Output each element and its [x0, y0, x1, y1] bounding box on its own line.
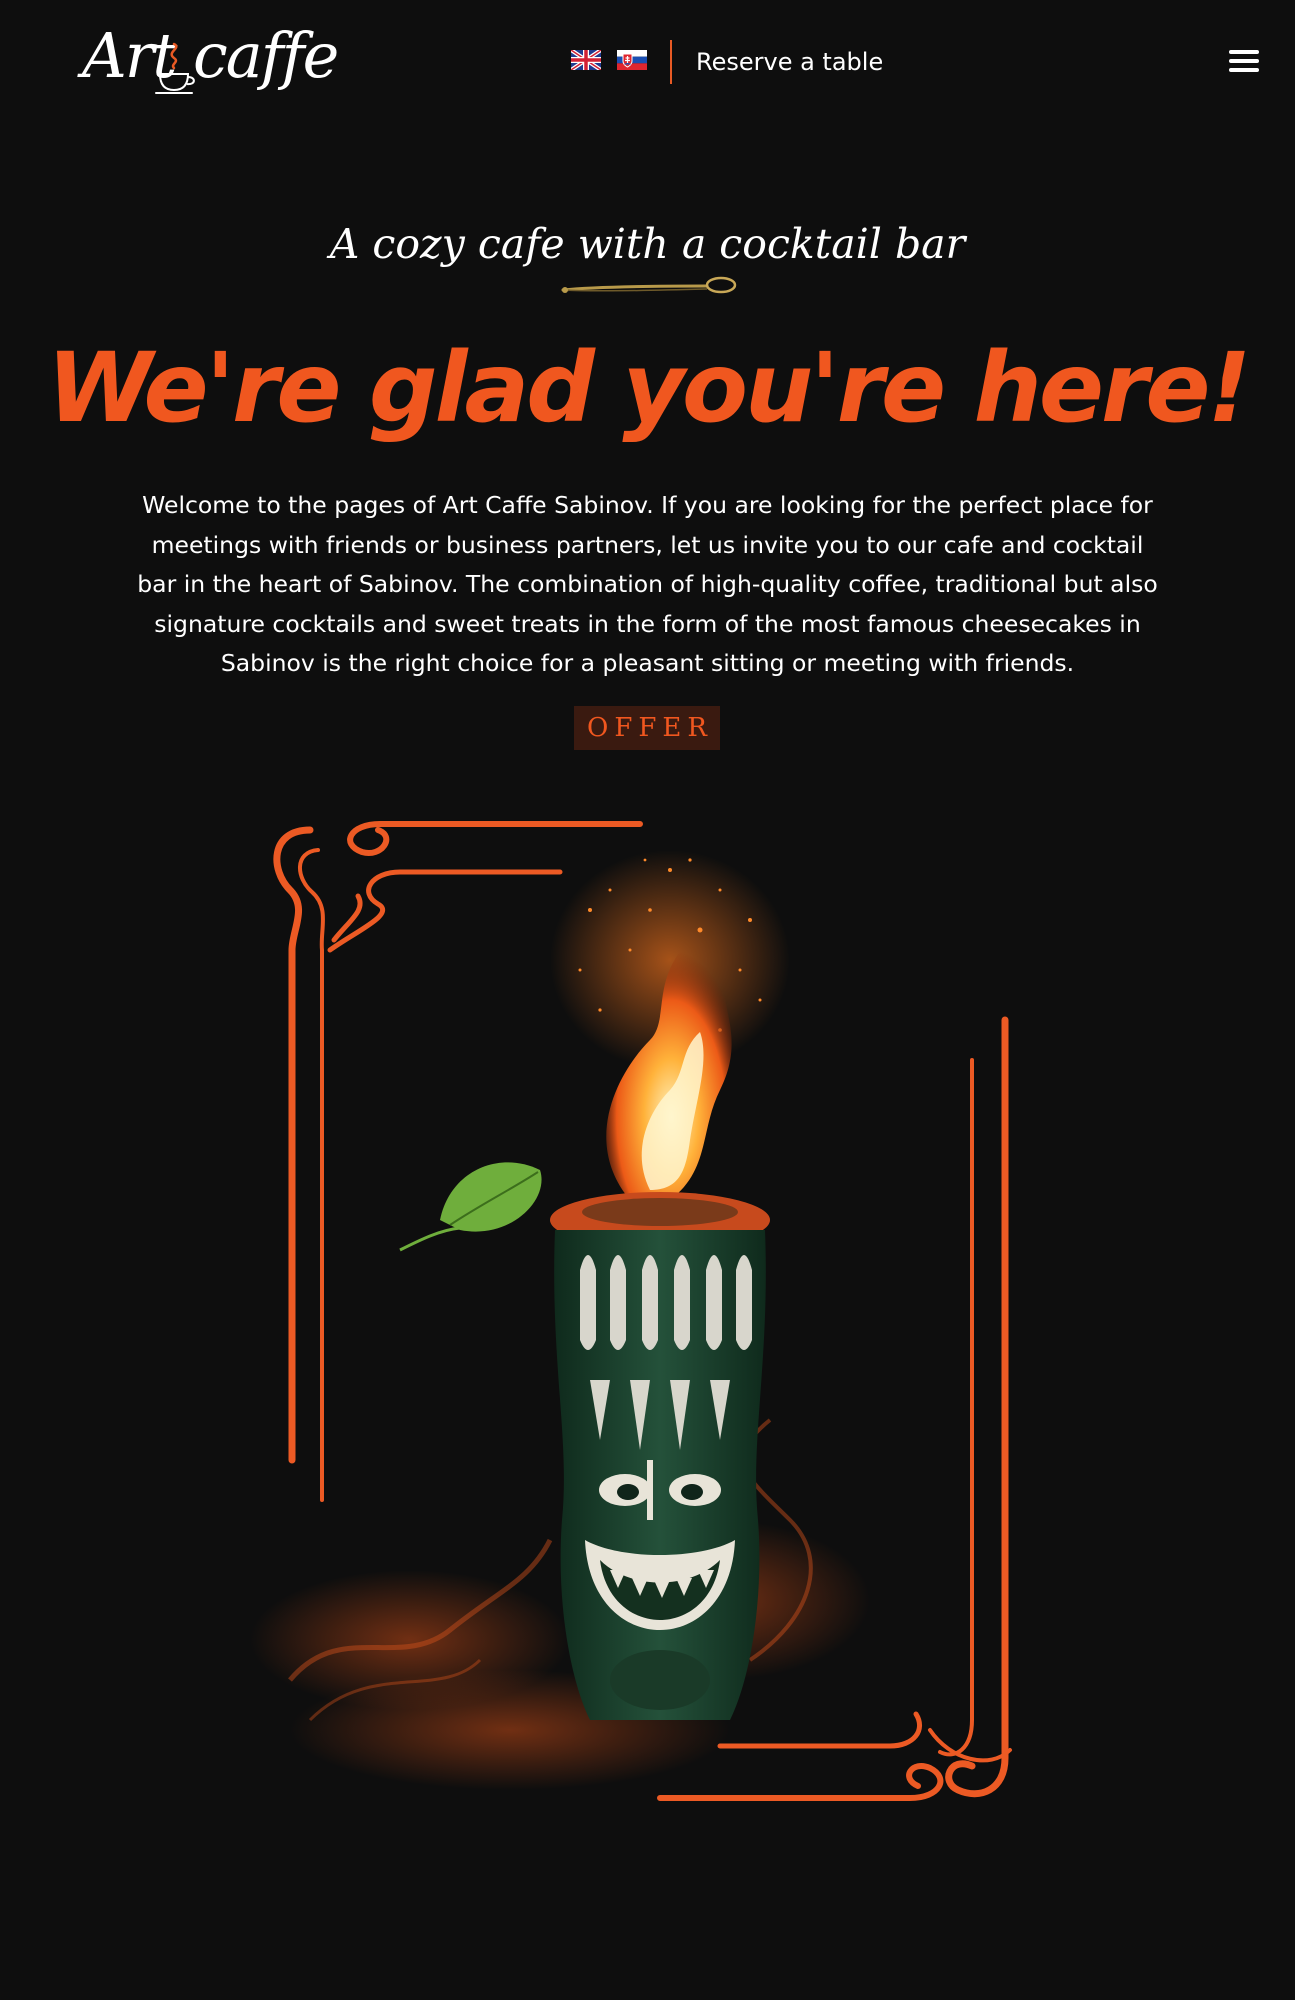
hamburger-menu-icon[interactable]: [1229, 50, 1261, 76]
coffee-cup-icon: [155, 42, 195, 94]
language-switcher: [571, 48, 647, 72]
offer-button[interactable]: OFFER: [574, 706, 720, 750]
reserve-table-link[interactable]: Reserve a table: [696, 46, 883, 78]
spoon-icon: [561, 276, 737, 294]
site-header: Art caffe Reserve a table: [0, 0, 1295, 125]
tiki-cocktail-image: [250, 821, 1012, 1801]
logo[interactable]: Art caffe: [82, 14, 339, 98]
nav-divider: [670, 40, 672, 84]
slovakia-flag-icon[interactable]: [617, 50, 647, 70]
logo-text: Art caffe: [82, 19, 339, 92]
hero-intro-text: Welcome to the pages of Art Caffe Sabino…: [137, 491, 1158, 677]
hero-subtitle: A cozy cafe with a cocktail bar: [329, 220, 966, 268]
hero-headline: We're glad you're here!: [46, 332, 1252, 444]
uk-flag-icon[interactable]: [571, 50, 601, 70]
